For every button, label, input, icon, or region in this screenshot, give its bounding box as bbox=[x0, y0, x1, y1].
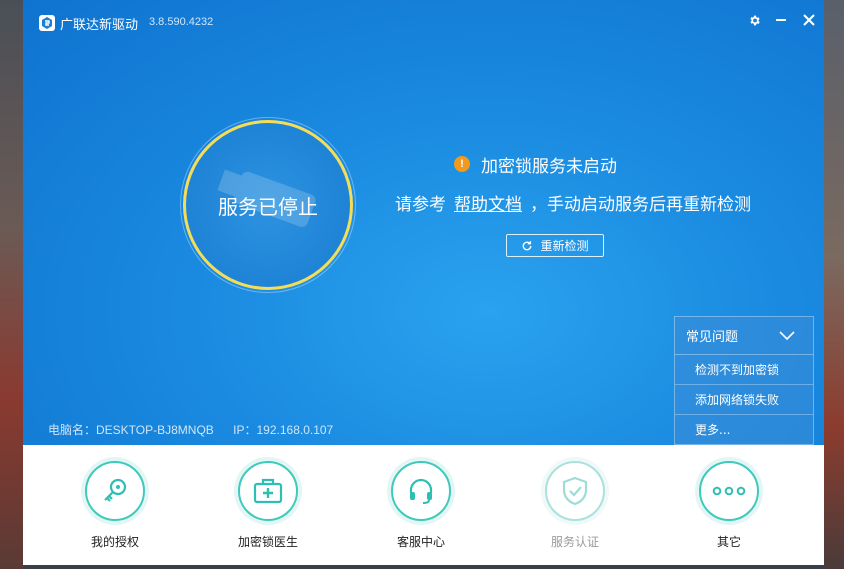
title-bar[interactable]: 广联达新驱动 3.8.590.4232 bbox=[23, 0, 824, 42]
medical-kit-icon bbox=[253, 478, 283, 504]
warning-icon: ! bbox=[454, 156, 470, 172]
nav-customer-service[interactable]: 客服中心 bbox=[371, 457, 471, 550]
app-version: 3.8.590.4232 bbox=[149, 16, 214, 28]
bottom-nav-bar: 我的授权 加密锁医生 客服中心 服务认证 其它 bbox=[23, 445, 824, 565]
desktop-background-right bbox=[824, 0, 844, 569]
hint-suffix: ，手动启动服务后再重新检测 bbox=[530, 195, 751, 215]
status-circle: 服务已停止 bbox=[183, 120, 353, 290]
nav-label: 加密锁医生 bbox=[237, 535, 298, 549]
ip-address: IP：192.168.0.107 bbox=[233, 423, 334, 437]
close-button[interactable] bbox=[798, 9, 820, 31]
chevron-down-icon bbox=[779, 330, 795, 340]
desktop-background-left bbox=[0, 0, 23, 569]
nav-label: 其它 bbox=[716, 535, 741, 549]
app-window: 广联达新驱动 3.8.590.4232 服务已停止 ! 加密锁服务未启动 请参考… bbox=[23, 0, 824, 565]
shield-check-icon bbox=[562, 476, 588, 506]
headset-icon bbox=[409, 478, 433, 504]
gear-icon bbox=[749, 15, 760, 25]
nav-dongle-doctor[interactable]: 加密锁医生 bbox=[218, 457, 318, 550]
recheck-button[interactable]: 重新检测 bbox=[506, 234, 604, 257]
pc-name: 电脑名：DESKTOP-BJ8MNQB bbox=[48, 423, 214, 437]
machine-info: 电脑名：DESKTOP-BJ8MNQB IP：192.168.0.107 bbox=[48, 421, 349, 438]
hint-prefix: 请参考 bbox=[395, 195, 446, 215]
more-icon bbox=[712, 486, 746, 496]
nav-service-certification[interactable]: 服务认证 bbox=[525, 457, 625, 550]
service-status-text: 服务已停止 bbox=[218, 194, 318, 219]
help-hint: 请参考 帮助文档 ，手动启动服务后再重新检测 bbox=[395, 190, 751, 215]
faq-item-more[interactable]: 更多... bbox=[675, 415, 813, 444]
key-icon bbox=[104, 478, 127, 502]
nav-label: 我的授权 bbox=[90, 535, 139, 549]
faq-panel: 常见问题 检测不到加密锁 添加网络锁失败 更多... bbox=[674, 316, 814, 445]
settings-button[interactable] bbox=[743, 9, 765, 31]
faq-header[interactable]: 常见问题 bbox=[675, 317, 813, 355]
nav-label: 客服中心 bbox=[396, 535, 445, 549]
app-name: 广联达新驱动 bbox=[60, 18, 139, 33]
minimize-button[interactable] bbox=[770, 9, 792, 31]
nav-other[interactable]: 其它 bbox=[679, 457, 779, 550]
recheck-label: 重新检测 bbox=[540, 239, 589, 253]
alert-message: ! 加密锁服务未启动 bbox=[454, 153, 617, 177]
app-logo-icon bbox=[39, 15, 55, 31]
faq-item-network-lock-failed[interactable]: 添加网络锁失败 bbox=[675, 385, 813, 415]
nav-my-license[interactable]: 我的授权 bbox=[65, 457, 165, 550]
minimize-icon bbox=[776, 19, 786, 21]
refresh-icon bbox=[521, 240, 533, 252]
faq-item-no-dongle[interactable]: 检测不到加密锁 bbox=[675, 355, 813, 385]
alert-text: 加密锁服务未启动 bbox=[481, 156, 617, 177]
close-icon bbox=[803, 14, 815, 26]
help-doc-link[interactable]: 帮助文档 bbox=[454, 195, 522, 215]
faq-title: 常见问题 bbox=[686, 330, 739, 345]
nav-label: 服务认证 bbox=[550, 535, 599, 549]
